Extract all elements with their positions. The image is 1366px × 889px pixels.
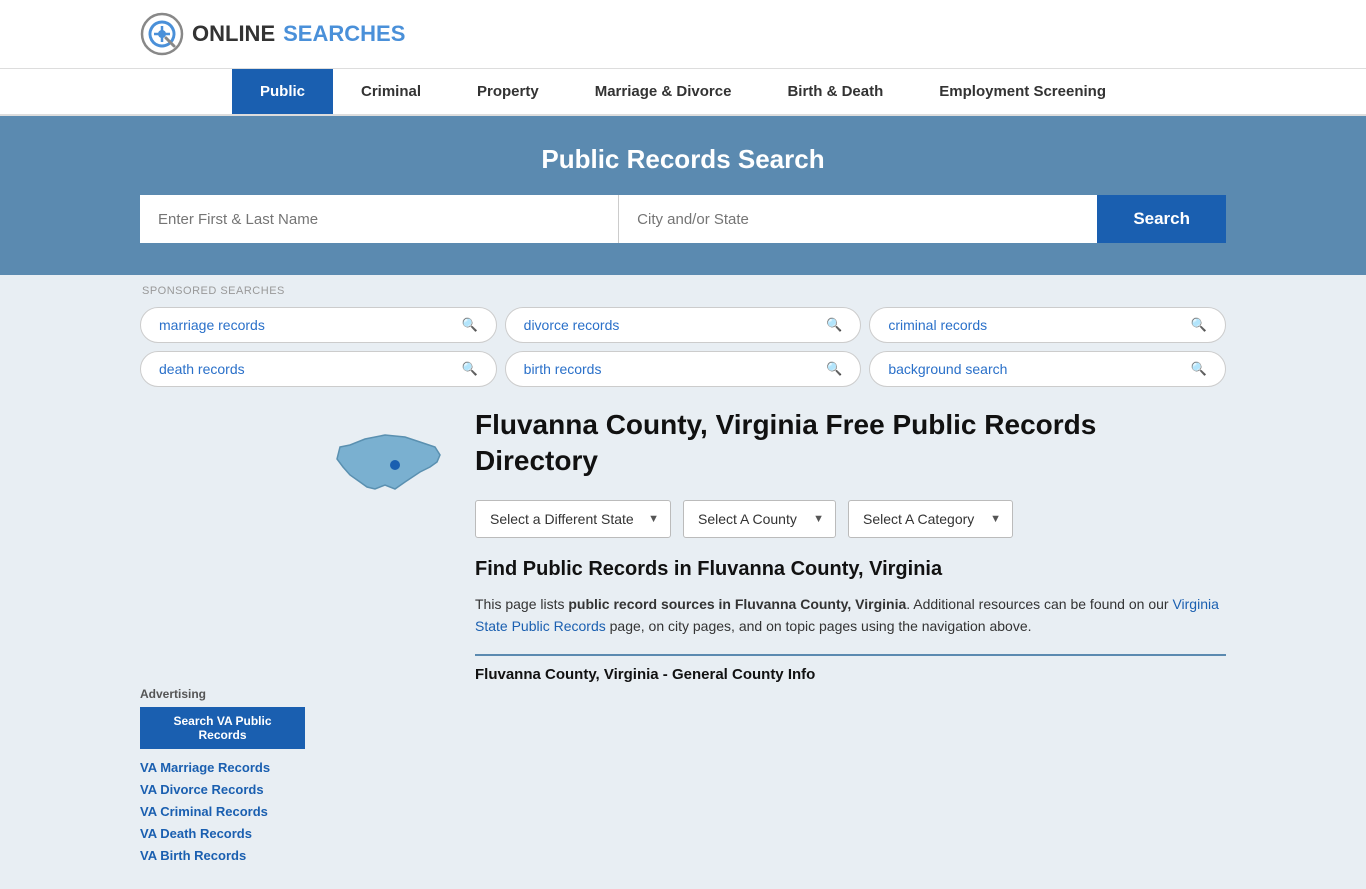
desc-part2: . Additional resources can be found on o…: [906, 596, 1172, 612]
search-icon: 🔍: [461, 361, 477, 377]
sidebar: Advertising Search VA Public Records VA …: [140, 387, 305, 889]
dropdowns-row: Select a Different State Select A County…: [475, 500, 1226, 538]
state-dropdown[interactable]: Select a Different State: [475, 500, 671, 538]
county-info-title: Fluvanna County, Virginia - General Coun…: [475, 654, 1226, 683]
sponsored-item-death[interactable]: death records 🔍: [140, 351, 497, 387]
logo-icon: [140, 12, 184, 56]
nav-employment[interactable]: Employment Screening: [911, 69, 1134, 114]
site-header: ONLINE SEARCHES: [0, 0, 1366, 69]
list-item: VA Death Records: [140, 825, 305, 843]
sponsored-item-label: death records: [159, 361, 245, 377]
sponsored-item-marriage[interactable]: marriage records 🔍: [140, 307, 497, 343]
main-nav: Public Criminal Property Marriage & Divo…: [0, 69, 1366, 116]
sidebar-links: VA Marriage Records VA Divorce Records V…: [140, 759, 305, 865]
main-content: Fluvanna County, Virginia Free Public Re…: [305, 387, 1226, 889]
logo[interactable]: ONLINE SEARCHES: [140, 12, 405, 56]
directory-section: Fluvanna County, Virginia Free Public Re…: [325, 387, 1226, 703]
nav-marriage-divorce[interactable]: Marriage & Divorce: [567, 69, 760, 114]
desc-part3: page, on city pages, and on topic pages …: [606, 618, 1032, 634]
nav-birth-death[interactable]: Birth & Death: [759, 69, 911, 114]
sponsored-item-criminal[interactable]: criminal records 🔍: [869, 307, 1226, 343]
search-icon: 🔍: [826, 317, 842, 333]
find-description: This page lists public record sources in…: [475, 593, 1226, 638]
search-button[interactable]: Search: [1097, 195, 1226, 243]
search-icon: 🔍: [1191, 317, 1207, 333]
list-item: VA Marriage Records: [140, 759, 305, 777]
county-dropdown[interactable]: Select A County: [683, 500, 836, 538]
state-map: [325, 407, 455, 522]
list-item: VA Criminal Records: [140, 803, 305, 821]
sponsored-item-divorce[interactable]: divorce records 🔍: [505, 307, 862, 343]
search-icon: 🔍: [826, 361, 842, 377]
sponsored-grid: marriage records 🔍 divorce records 🔍 cri…: [140, 307, 1226, 387]
sponsored-item-birth[interactable]: birth records 🔍: [505, 351, 862, 387]
desc-part1: This page lists: [475, 596, 568, 612]
sponsored-section: SPONSORED SEARCHES marriage records 🔍 di…: [0, 275, 1366, 387]
directory-content: Fluvanna County, Virginia Free Public Re…: [475, 407, 1226, 683]
category-dropdown[interactable]: Select A Category: [848, 500, 1013, 538]
sidebar-link-death[interactable]: VA Death Records: [140, 826, 252, 841]
nav-criminal[interactable]: Criminal: [333, 69, 449, 114]
advertising-label: Advertising: [140, 687, 305, 701]
sponsored-label: SPONSORED SEARCHES: [140, 285, 1226, 297]
name-input[interactable]: [140, 195, 619, 243]
list-item: VA Divorce Records: [140, 781, 305, 799]
sidebar-link-criminal[interactable]: VA Criminal Records: [140, 804, 268, 819]
nav-property[interactable]: Property: [449, 69, 567, 114]
sponsored-item-label: divorce records: [524, 317, 620, 333]
virginia-map-svg: [325, 417, 455, 517]
sponsored-item-label: background search: [888, 361, 1007, 377]
state-dropdown-wrapper: Select a Different State: [475, 500, 671, 538]
sidebar-link-birth[interactable]: VA Birth Records: [140, 848, 246, 863]
sponsored-item-label: marriage records: [159, 317, 265, 333]
list-item: VA Birth Records: [140, 847, 305, 865]
location-input[interactable]: [619, 195, 1097, 243]
sidebar-link-divorce[interactable]: VA Divorce Records: [140, 782, 264, 797]
sponsored-item-background[interactable]: background search 🔍: [869, 351, 1226, 387]
logo-text-online: ONLINE: [192, 21, 275, 47]
search-icon: 🔍: [1191, 361, 1207, 377]
search-icon: 🔍: [461, 317, 477, 333]
content-wrapper: Advertising Search VA Public Records VA …: [0, 387, 1366, 889]
sponsored-item-label: birth records: [524, 361, 602, 377]
sidebar-ad-button[interactable]: Search VA Public Records: [140, 707, 305, 749]
hero-search-bar: Search: [140, 195, 1226, 243]
sponsored-item-label: criminal records: [888, 317, 987, 333]
hero-title: Public Records Search: [140, 144, 1226, 175]
category-dropdown-wrapper: Select A Category: [848, 500, 1013, 538]
hero-section: Public Records Search Search: [0, 116, 1366, 275]
find-title: Find Public Records in Fluvanna County, …: [475, 558, 1226, 581]
logo-text-searches: SEARCHES: [283, 21, 405, 47]
nav-public[interactable]: Public: [232, 69, 333, 114]
desc-bold: public record sources in Fluvanna County…: [568, 596, 906, 612]
directory-title: Fluvanna County, Virginia Free Public Re…: [475, 407, 1226, 480]
county-dropdown-wrapper: Select A County: [683, 500, 836, 538]
